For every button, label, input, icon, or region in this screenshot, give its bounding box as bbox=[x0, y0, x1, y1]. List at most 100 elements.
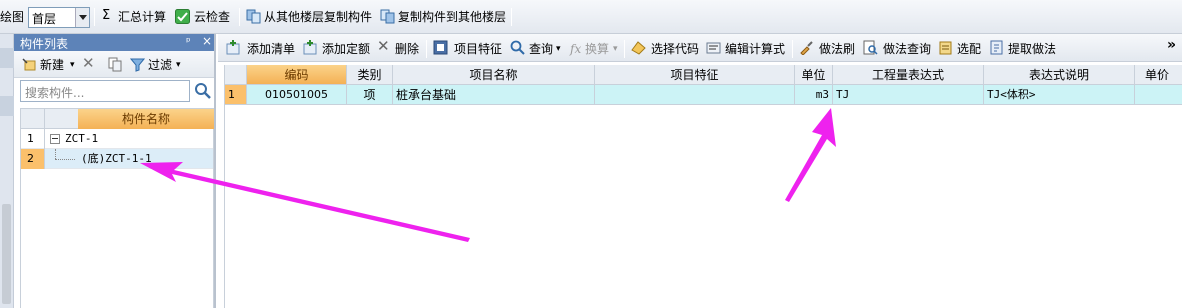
toolbar-divider bbox=[511, 8, 512, 26]
component-toolbar: 新建 ▾ ✕ 过滤 ▾ bbox=[14, 51, 214, 78]
floor-select-value: 首层 bbox=[32, 12, 57, 26]
item-feature-button[interactable]: 项目特征 bbox=[454, 41, 502, 57]
toolbar-divider bbox=[94, 8, 95, 26]
chevron-down-icon[interactable] bbox=[75, 8, 89, 27]
row-number: 1 bbox=[21, 129, 45, 149]
column-header-expression-desc[interactable]: 表达式说明 bbox=[984, 65, 1135, 85]
method-query-button[interactable]: 做法查询 bbox=[883, 41, 931, 57]
select-code-button[interactable]: 选择代码 bbox=[651, 41, 699, 57]
more-icon[interactable]: » bbox=[1167, 37, 1176, 53]
toolbar-divider bbox=[426, 40, 427, 58]
brush-icon bbox=[800, 41, 813, 55]
chevron-down-icon[interactable]: ▾ bbox=[70, 57, 75, 73]
column-header-name[interactable]: 构件名称 bbox=[78, 109, 214, 129]
add-quota-icon bbox=[303, 40, 317, 55]
filter-button[interactable]: 过滤 bbox=[148, 57, 172, 73]
tree-item-label: (底)ZCT-1-1 bbox=[81, 152, 152, 165]
edit-formula-button[interactable]: 编辑计算式 bbox=[725, 41, 785, 57]
cell-expression[interactable]: TJ bbox=[833, 85, 984, 105]
grid-corner bbox=[225, 65, 247, 85]
delete-button[interactable]: 删除 bbox=[395, 41, 419, 57]
tree-row[interactable]: 1 ZCT-1 bbox=[21, 129, 213, 149]
copy-to-floor-icon bbox=[380, 9, 395, 24]
column-header-unit[interactable]: 单位 bbox=[795, 65, 833, 85]
toolbar-divider bbox=[624, 40, 625, 58]
tree-connector bbox=[55, 159, 75, 160]
summary-calc-button[interactable]: 汇总计算 bbox=[118, 9, 166, 25]
component-list-panel: 构件列表 ᵖ × 新建 ▾ ✕ 过滤 ▾ 搜索构件... 构件名称 1 ZCT-… bbox=[14, 34, 216, 308]
search-input[interactable]: 搜索构件... bbox=[20, 80, 190, 102]
column-header-price[interactable]: 单价 bbox=[1135, 65, 1182, 85]
close-icon[interactable]: × bbox=[202, 34, 212, 48]
cell-feature[interactable] bbox=[595, 85, 795, 105]
copy-from-floor-button[interactable]: 从其他楼层复制构件 bbox=[264, 9, 372, 25]
cell-name[interactable]: 桩承台基础 bbox=[393, 85, 595, 105]
method-brush-button[interactable]: 做法刷 bbox=[819, 41, 855, 57]
column-header-expression[interactable]: 工程量表达式 bbox=[833, 65, 984, 85]
edit-formula-icon bbox=[706, 42, 721, 54]
floor-select[interactable]: 首层 bbox=[28, 7, 90, 28]
dock-tab[interactable] bbox=[0, 48, 14, 68]
scrollbar[interactable] bbox=[2, 204, 11, 304]
left-dock-strip bbox=[0, 34, 14, 308]
column-header-name[interactable]: 项目名称 bbox=[393, 65, 595, 85]
toolbar-divider bbox=[239, 8, 240, 26]
component-tree: 构件名称 1 ZCT-1 2 (底)ZCT-1-1 bbox=[20, 108, 214, 308]
new-icon bbox=[22, 58, 36, 71]
cell-unit[interactable]: m3 bbox=[795, 85, 833, 105]
panel-title: 构件列表 bbox=[20, 37, 69, 51]
add-list-button[interactable]: 添加清单 bbox=[247, 41, 295, 57]
cell-price[interactable] bbox=[1135, 85, 1182, 105]
cloud-check-button[interactable]: 云检查 bbox=[194, 9, 230, 25]
method-toolbar: 添加清单 添加定额 ✕ 删除 项目特征 查询 ▾ fx 换算 ▾ 选择代码 编辑… bbox=[218, 34, 1182, 62]
filter-icon bbox=[130, 58, 145, 72]
extract-method-icon bbox=[990, 40, 1003, 55]
search-icon bbox=[510, 40, 525, 55]
copy-from-floor-icon bbox=[246, 9, 261, 24]
chevron-down-icon[interactable]: ▾ bbox=[556, 41, 561, 57]
draw-label: 绘图 bbox=[0, 10, 25, 24]
method-query-icon bbox=[863, 40, 878, 55]
tree-header-corner bbox=[21, 109, 45, 129]
tree-connector bbox=[55, 149, 56, 159]
cell-code[interactable]: 010501005 bbox=[247, 85, 347, 105]
method-panel: 添加清单 添加定额 ✕ 删除 项目特征 查询 ▾ fx 换算 ▾ 选择代码 编辑… bbox=[218, 34, 1182, 308]
tree-row[interactable]: 2 (底)ZCT-1-1 bbox=[21, 149, 213, 169]
cell-expression-desc[interactable]: TJ<体积> bbox=[984, 85, 1135, 105]
chevron-down-icon[interactable]: ▾ bbox=[613, 41, 618, 57]
chevron-down-icon[interactable]: ▾ bbox=[176, 57, 181, 73]
new-button[interactable]: 新建 bbox=[40, 57, 64, 73]
collapse-icon[interactable] bbox=[50, 134, 60, 144]
tree-item-label: ZCT-1 bbox=[65, 132, 99, 145]
row-number: 2 bbox=[21, 149, 45, 169]
sigma-icon: Σ bbox=[102, 8, 111, 23]
panel-title-bar: 构件列表 ᵖ × bbox=[14, 34, 214, 51]
pin-icon[interactable]: ᵖ bbox=[186, 35, 191, 48]
select-match-button[interactable]: 选配 bbox=[957, 41, 981, 57]
convert-button[interactable]: 换算 bbox=[585, 41, 609, 57]
top-toolbar: 绘图 首层 Σ 汇总计算 云检查 从其他楼层复制构件 复制构件到其他楼层 bbox=[0, 0, 1182, 34]
row-number[interactable]: 1 bbox=[225, 85, 247, 105]
fx-icon: fx bbox=[570, 42, 582, 56]
select-match-icon bbox=[939, 41, 952, 55]
column-header-category[interactable]: 类别 bbox=[347, 65, 393, 85]
dock-tab[interactable] bbox=[0, 96, 14, 116]
copy-icon[interactable] bbox=[108, 57, 123, 72]
copy-to-floor-button[interactable]: 复制构件到其他楼层 bbox=[398, 9, 506, 25]
cloud-check-icon bbox=[175, 9, 190, 24]
cell-category[interactable]: 项 bbox=[347, 85, 393, 105]
add-quota-button[interactable]: 添加定额 bbox=[322, 41, 370, 57]
extract-method-button[interactable]: 提取做法 bbox=[1008, 41, 1056, 57]
tree-header: 构件名称 bbox=[21, 109, 214, 129]
toolbar-divider bbox=[792, 40, 793, 58]
method-grid: 编码 类别 项目名称 项目特征 单位 工程量表达式 表达式说明 单价 1 010… bbox=[224, 65, 1182, 308]
delete-x-icon[interactable]: ✕ bbox=[82, 55, 95, 71]
add-list-icon bbox=[226, 40, 240, 55]
column-header-code[interactable]: 编码 bbox=[247, 65, 347, 85]
delete-icon: ✕ bbox=[377, 37, 390, 55]
query-button[interactable]: 查询 bbox=[529, 41, 553, 57]
column-header-feature[interactable]: 项目特征 bbox=[595, 65, 795, 85]
search-icon[interactable] bbox=[192, 80, 214, 102]
item-feature-icon bbox=[433, 40, 448, 55]
select-code-icon bbox=[631, 41, 646, 55]
